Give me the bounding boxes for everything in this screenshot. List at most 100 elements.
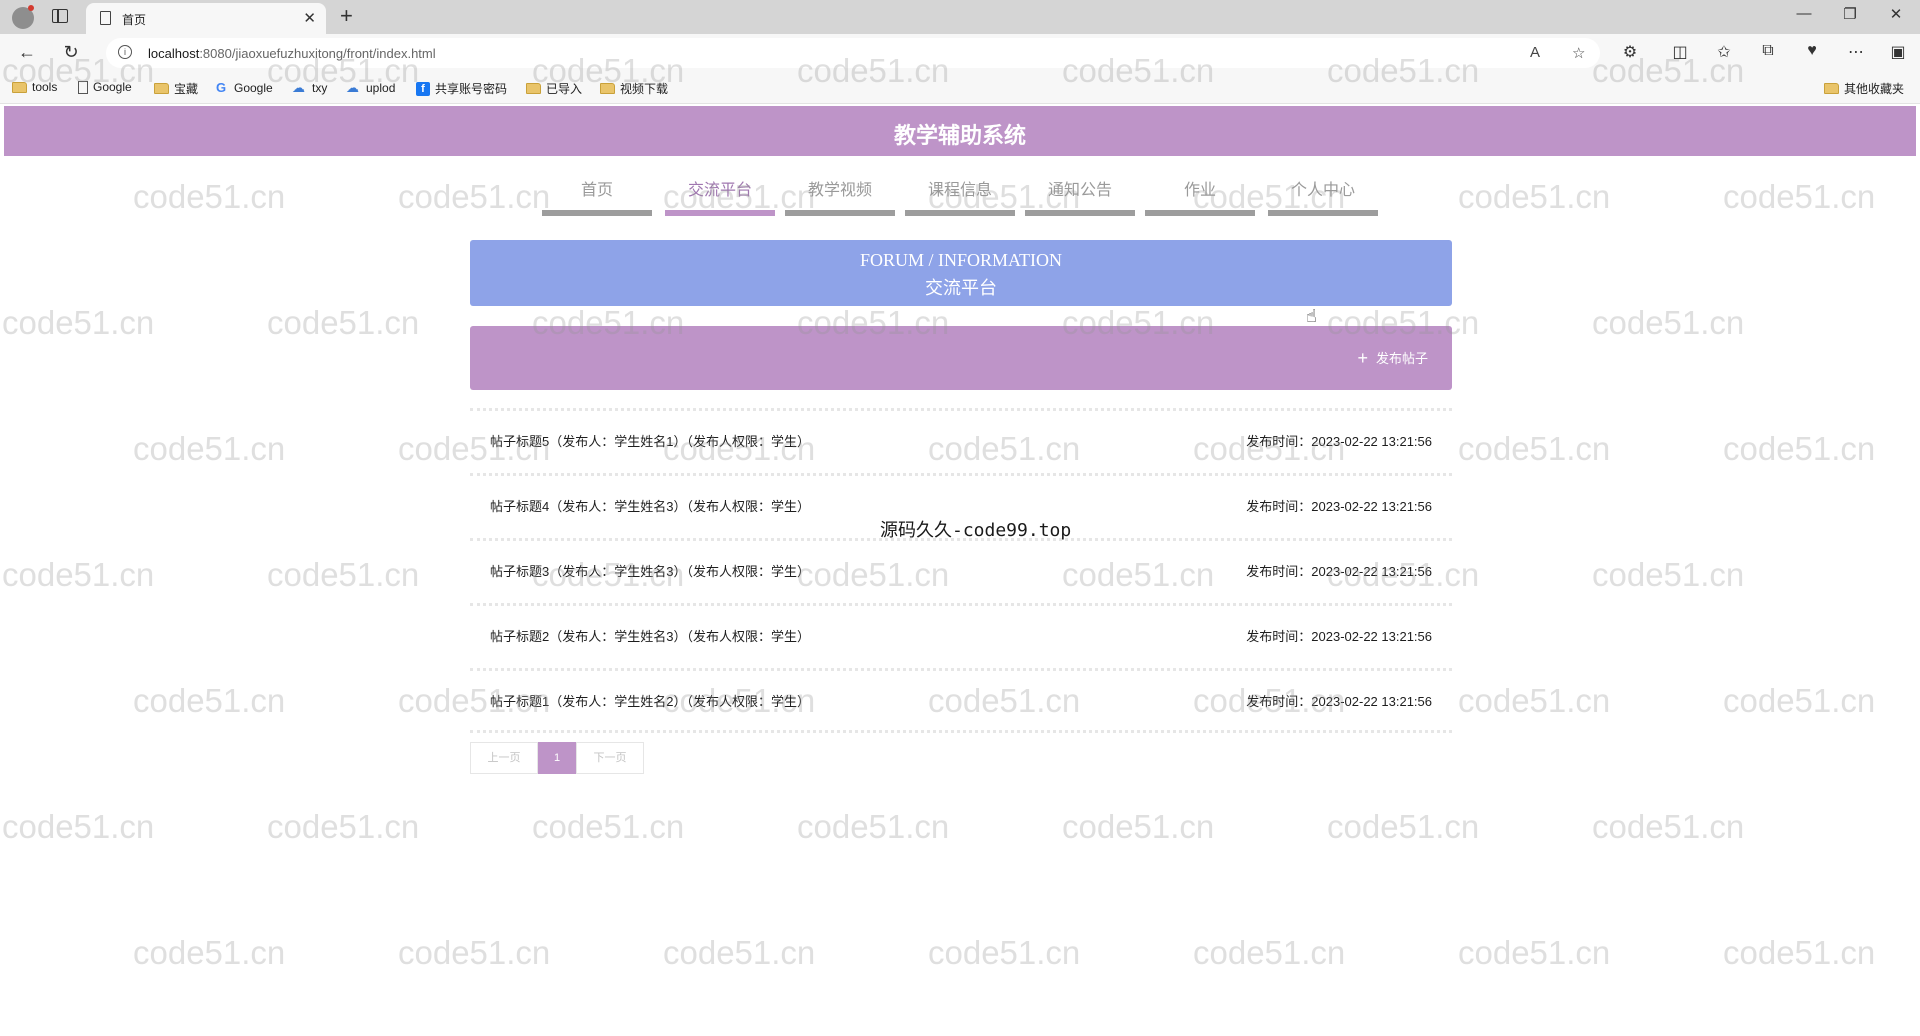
folder-icon (526, 83, 541, 94)
list-item[interactable]: 帖子标题1（发布人：学生姓名2）（发布人权限：学生） 发布时间：2023-02-… (470, 668, 1452, 733)
browser-essentials-icon[interactable]: ♥ (1800, 42, 1824, 60)
browser-tab-active[interactable]: 首页 ✕ (86, 3, 326, 34)
post-title[interactable]: 帖子标题3（发布人：学生姓名3）（发布人权限：学生） (490, 561, 810, 580)
bookmark-label: 共享账号密码 (435, 82, 508, 96)
browser-tab-strip: 首页 ✕ + — ❐ ✕ (0, 0, 1920, 34)
nav-underline (905, 210, 1015, 216)
list-item[interactable]: 帖子标题2（发布人：学生姓名3）（发布人权限：学生） 发布时间：2023-02-… (470, 603, 1452, 668)
post-time: 发布时间：2023-02-22 13:21:56 (1246, 629, 1432, 644)
bookmark-tools[interactable]: tools (12, 80, 57, 94)
favorites-icon[interactable]: ✩ (1712, 42, 1736, 62)
bookmark-imported[interactable]: 已导入 (526, 80, 582, 97)
bookmarks-bar: tools Google 宝藏 G Google ☁ txy ☁ uplod f 共享账… (0, 72, 1920, 104)
reload-icon[interactable]: ↻ (58, 42, 84, 63)
bookmark-label: 宝藏 (174, 82, 199, 96)
tab-title: 首页 (122, 13, 147, 27)
address-toolbar: ← ↻ i localhost:8080/jiaoxuefuzhuxitong/… (0, 34, 1920, 72)
nav-label: 作业 (1183, 182, 1216, 199)
back-arrow-icon[interactable]: ← (14, 42, 40, 63)
window-close-button[interactable]: ✕ (1874, 5, 1918, 23)
bookmark-label: Google (93, 80, 132, 94)
nav-announcements[interactable]: 通知公告 (1025, 176, 1135, 220)
nav-underline (1025, 210, 1135, 216)
site-header: 教学辅助系统 (4, 106, 1916, 156)
banner-title-cn: 交流平台 (925, 278, 997, 298)
plus-icon: + (1357, 347, 1368, 368)
folder-icon (600, 83, 615, 94)
page-content: 教学辅助系统 首页 交流平台 教学视频 课程信息 通知公告 作业 个人中心 FO… (4, 106, 1916, 1036)
folder-icon (12, 81, 27, 93)
bookmark-label: 其他收藏夹 (1844, 82, 1905, 96)
nav-teaching-videos[interactable]: 教学视频 (785, 176, 895, 220)
current-page-button[interactable]: 1 (538, 742, 576, 774)
restore-button[interactable]: ❐ (1828, 5, 1872, 23)
bookmark-label: Google (234, 80, 273, 95)
nav-course-info[interactable]: 课程信息 (905, 176, 1015, 220)
pagination: 上一页 1 下一页 (470, 742, 644, 774)
nav-home[interactable]: 首页 (542, 176, 652, 220)
nav-personal-center[interactable]: 个人中心 (1268, 176, 1378, 220)
section-banner: FORUM / INFORMATION 交流平台 (470, 240, 1452, 306)
address-bar[interactable]: i localhost:8080/jiaoxuefuzhuxitong/fron… (106, 38, 1600, 68)
read-aloud-icon[interactable]: A (1530, 44, 1540, 61)
post-time: 发布时间：2023-02-22 13:21:56 (1246, 499, 1432, 514)
new-tab-button[interactable]: + (340, 3, 353, 29)
prev-page-button[interactable]: 上一页 (470, 742, 538, 774)
list-item[interactable]: 帖子标题5（发布人：学生姓名1）（发布人权限：学生） 发布时间：2023-02-… (470, 408, 1452, 473)
bookmark-other-favorites[interactable]: 其他收藏夹 (1824, 80, 1904, 97)
publish-post-label: 发布帖子 (1375, 351, 1428, 366)
site-title: 教学辅助系统 (893, 123, 1026, 148)
nav-underline (542, 210, 652, 216)
nav-label: 通知公告 (1047, 182, 1112, 199)
bookmark-google-page[interactable]: Google (78, 80, 132, 94)
f-logo-icon: f (416, 81, 430, 96)
post-time: 发布时间：2023-02-22 13:21:56 (1246, 564, 1432, 579)
favorite-star-icon[interactable]: ☆ (1572, 44, 1585, 62)
bookmark-uplod[interactable]: ☁ uplod (346, 80, 395, 96)
post-title[interactable]: 帖子标题2（发布人：学生姓名3）（发布人权限：学生） (490, 626, 810, 645)
nav-label: 教学视频 (807, 182, 872, 199)
bookmark-label: tools (32, 80, 58, 94)
post-title[interactable]: 帖子标题4（发布人：学生姓名3）（发布人权限：学生） (490, 496, 810, 515)
bookmark-google[interactable]: G Google (216, 80, 273, 95)
bookmark-video-download[interactable]: 视频下载 (600, 80, 668, 97)
tab-actions-icon[interactable] (52, 9, 68, 23)
minimize-button[interactable]: — (1782, 5, 1826, 22)
collections-icon[interactable]: ⧉ (1756, 42, 1780, 60)
page-icon (78, 80, 88, 94)
url-path: :8080/jiaoxuefuzhuxitong/front/index.htm… (199, 46, 436, 61)
nav-underline (665, 210, 775, 216)
action-bar: + 发布帖子 (470, 326, 1452, 390)
publish-post-button[interactable]: + 发布帖子 (1357, 348, 1428, 367)
site-info-icon[interactable]: i (118, 45, 132, 59)
center-watermark: 源码久久-code99.top (880, 520, 1072, 541)
profile-notification-dot (28, 5, 34, 11)
next-page-button[interactable]: 下一页 (576, 742, 644, 774)
post-title[interactable]: 帖子标题5（发布人：学生姓名1）（发布人权限：学生） (490, 431, 810, 450)
bookmark-label: 视频下载 (620, 82, 669, 96)
bookmark-txy[interactable]: ☁ txy (292, 80, 327, 96)
bookmark-label: 已导入 (546, 82, 583, 96)
split-screen-icon[interactable]: ◫ (1668, 42, 1692, 62)
bookmark-baozang[interactable]: 宝藏 (154, 80, 198, 97)
extensions-icon[interactable]: ⚙ (1618, 42, 1642, 62)
nav-underline (1268, 210, 1378, 216)
post-title[interactable]: 帖子标题1（发布人：学生姓名2）（发布人权限：学生） (490, 691, 810, 710)
nav-forum[interactable]: 交流平台 (665, 176, 775, 220)
cloud-icon: ☁ (292, 80, 305, 95)
folder-icon (1824, 83, 1839, 94)
more-menu-icon[interactable]: ⋯ (1844, 42, 1868, 62)
close-icon[interactable]: ✕ (303, 9, 316, 27)
bookmark-shared-accounts[interactable]: f 共享账号密码 (416, 80, 507, 97)
post-list: 帖子标题5（发布人：学生姓名1）（发布人权限：学生） 发布时间：2023-02-… (470, 408, 1452, 733)
nav-homework[interactable]: 作业 (1145, 176, 1255, 220)
url-text[interactable]: localhost:8080/jiaoxuefuzhuxitong/front/… (148, 46, 436, 61)
nav-label: 课程信息 (927, 182, 992, 199)
cloud-icon: ☁ (346, 80, 359, 95)
nav-label: 首页 (580, 182, 613, 199)
sidebar-icon[interactable]: ▣ (1886, 42, 1910, 62)
nav-underline (785, 210, 895, 216)
nav-label: 交流平台 (687, 182, 752, 199)
nav-underline (1145, 210, 1255, 216)
list-item[interactable]: 帖子标题3（发布人：学生姓名3）（发布人权限：学生） 发布时间：2023-02-… (470, 538, 1452, 603)
